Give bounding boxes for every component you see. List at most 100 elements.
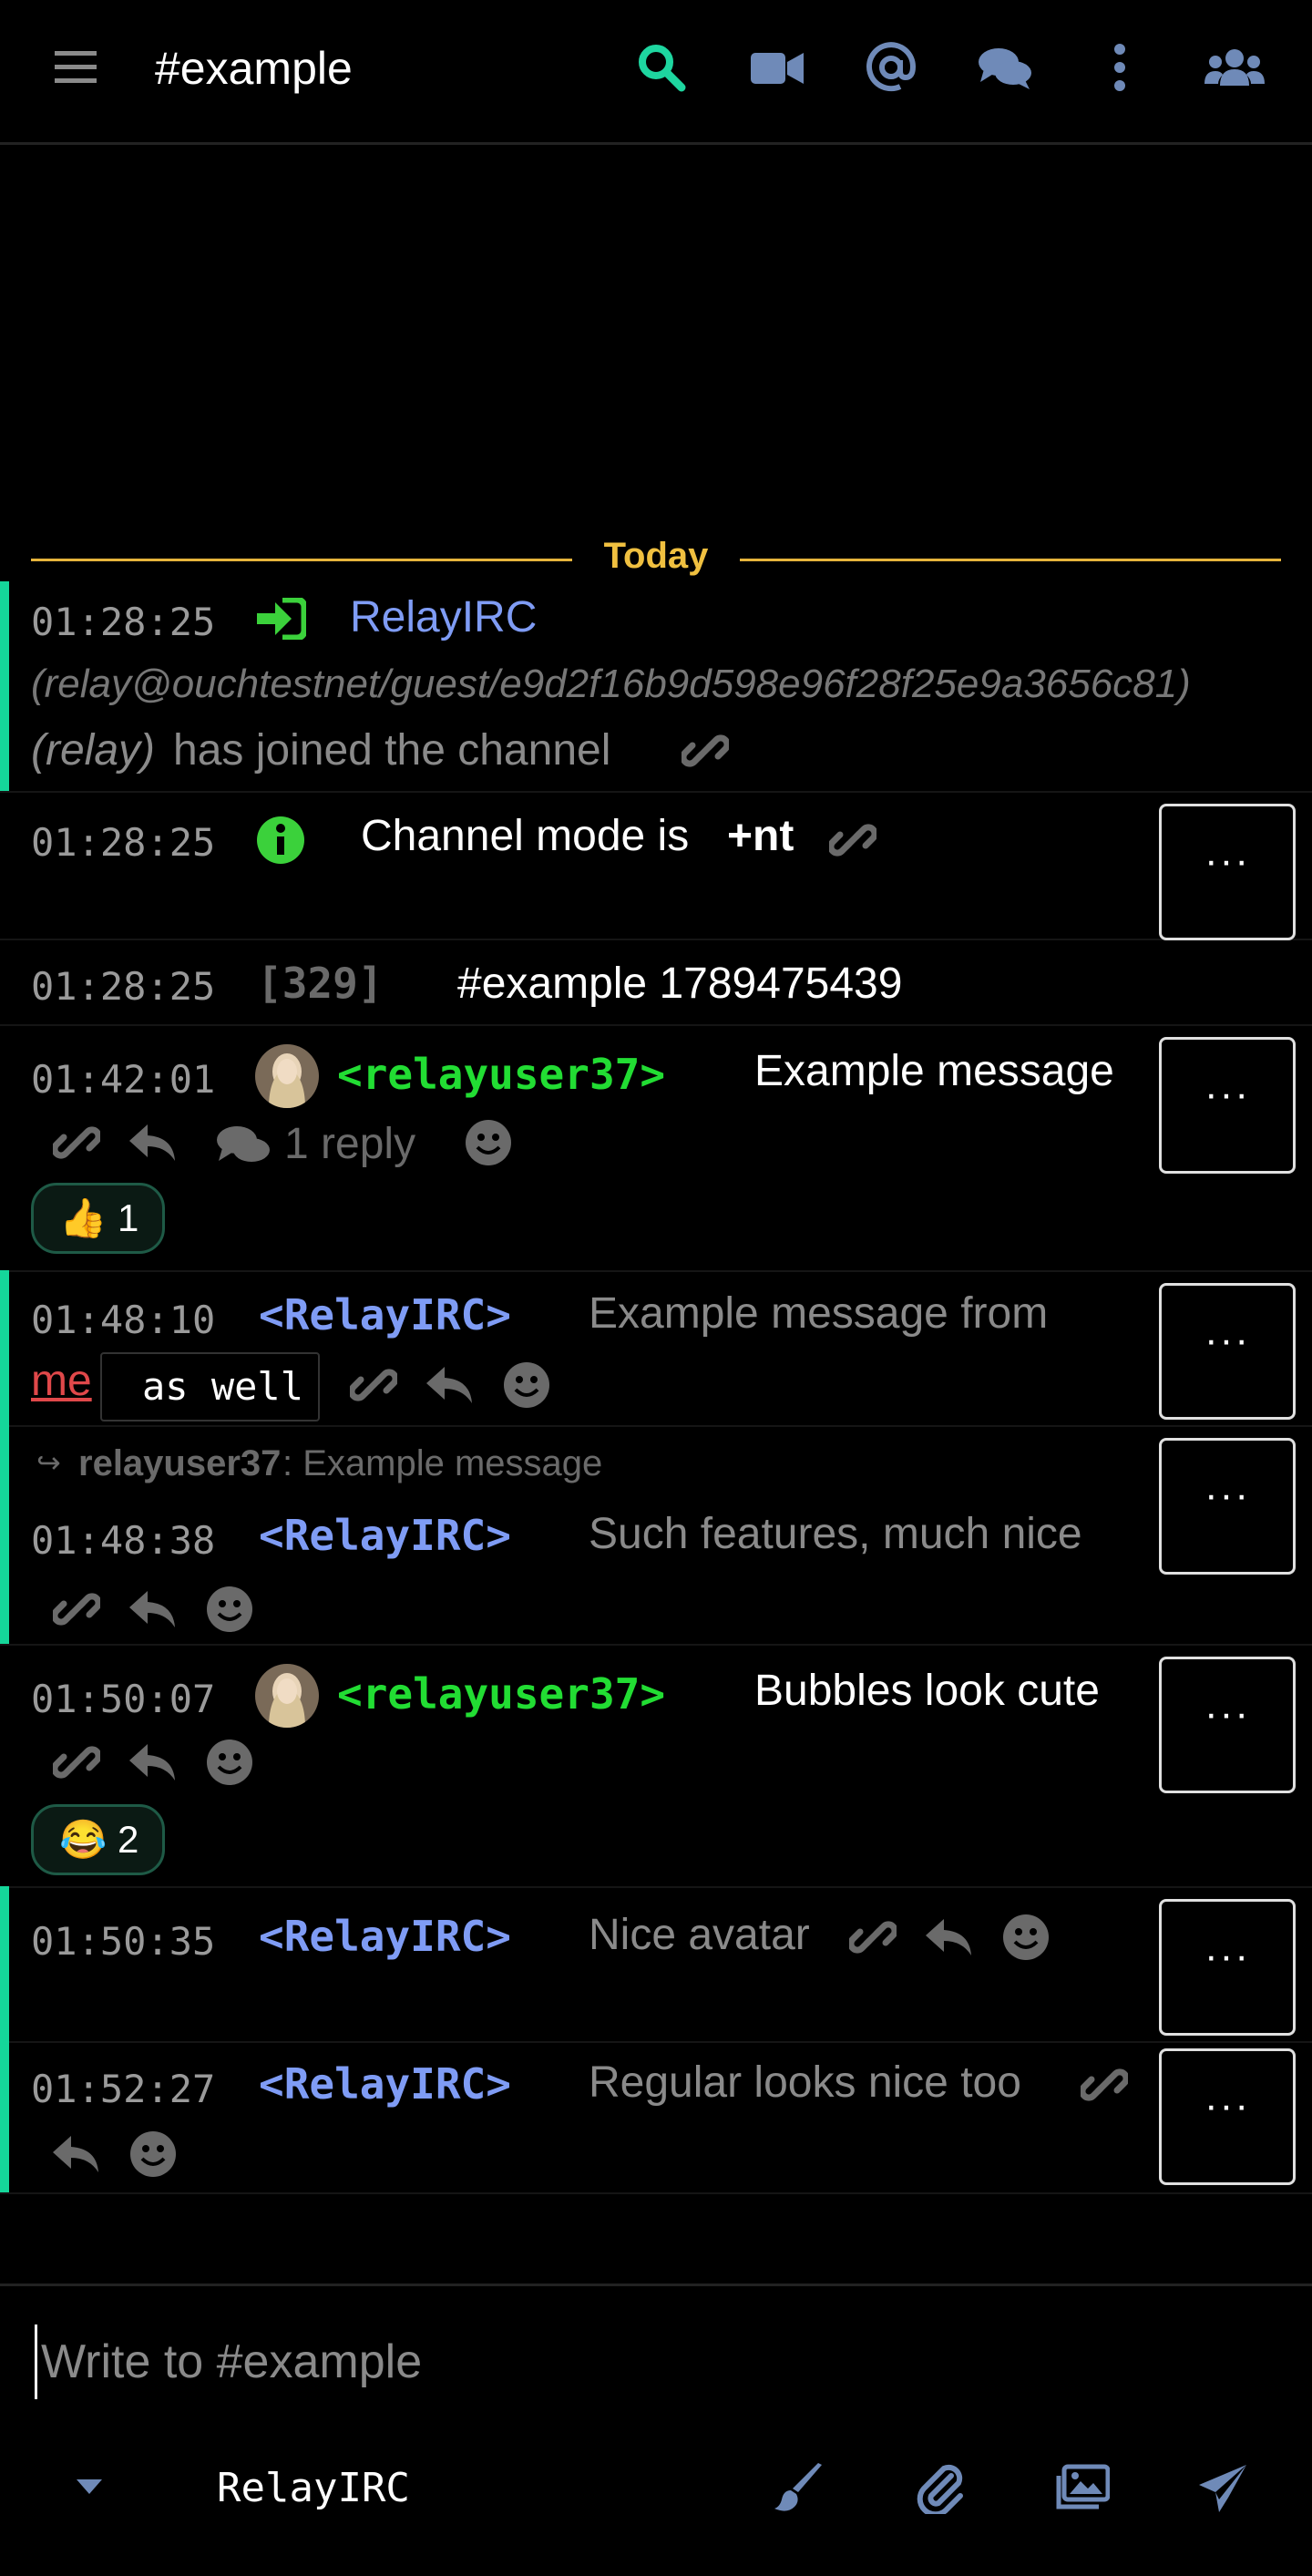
mention-icon[interactable] bbox=[866, 42, 917, 93]
join-realname: (relay) bbox=[31, 726, 156, 775]
message-options-button[interactable]: ··· bbox=[1159, 1438, 1296, 1575]
video-icon[interactable] bbox=[749, 42, 805, 93]
nick-tooltip: as well bbox=[100, 1352, 321, 1421]
numeric-text: #example 1789475439 bbox=[457, 960, 903, 1008]
current-nick[interactable]: RelayIRC bbox=[217, 2465, 410, 2511]
reply-to-text: : Example message bbox=[282, 1443, 603, 1483]
message-options-button[interactable]: ··· bbox=[1159, 1899, 1296, 2036]
message-options-button[interactable]: ··· bbox=[1159, 2048, 1296, 2185]
link-icon[interactable] bbox=[829, 816, 876, 864]
message-timestamp: 01:50:35 bbox=[31, 1919, 216, 1964]
message-options-button[interactable]: ··· bbox=[1159, 1283, 1296, 1420]
link-icon[interactable] bbox=[53, 1739, 100, 1786]
channel-title: #example bbox=[155, 43, 353, 94]
add-reaction-icon[interactable] bbox=[129, 2130, 177, 2178]
avatar[interactable] bbox=[255, 1664, 319, 1728]
reaction-count: 1 bbox=[117, 1196, 139, 1239]
send-icon[interactable] bbox=[1197, 2463, 1248, 2514]
message-text: Example message from bbox=[589, 1289, 1049, 1338]
add-reaction-icon[interactable] bbox=[465, 1119, 512, 1166]
join-icon bbox=[255, 598, 306, 640]
message-nick[interactable]: <relayuser37> bbox=[337, 1050, 665, 1099]
chat-message: 01:50:35 <RelayIRC> Nice avatar ··· bbox=[0, 1886, 1312, 2043]
message-text: Example message bbox=[754, 1047, 1114, 1095]
join-host: (relay@ouchtestnet/guest/e9d2f16b9d598e9… bbox=[31, 662, 1191, 706]
date-divider-label: Today bbox=[603, 536, 709, 576]
message-text: Bubbles look cute bbox=[754, 1667, 1100, 1715]
more-vertical-icon[interactable] bbox=[1110, 42, 1130, 93]
message-nick[interactable]: <RelayIRC> bbox=[259, 1511, 511, 1560]
chat-message: 01:50:07 <relayuser37> Bubbles look cute… bbox=[0, 1644, 1312, 1888]
reply-icon[interactable] bbox=[51, 2132, 102, 2176]
users-icon[interactable] bbox=[1204, 42, 1265, 93]
link-icon[interactable] bbox=[53, 1119, 100, 1166]
message-text: Nice avatar bbox=[589, 1911, 810, 1959]
caret-down-icon[interactable] bbox=[73, 2476, 106, 2498]
reply-arrow-icon: ↪ bbox=[36, 1446, 61, 1479]
reply-icon[interactable] bbox=[128, 1121, 179, 1165]
chat-icon[interactable] bbox=[977, 42, 1033, 93]
thread-icon[interactable] bbox=[215, 1123, 272, 1166]
avatar[interactable] bbox=[255, 1044, 319, 1108]
info-icon bbox=[255, 815, 306, 866]
mode-message: 01:28:25 Channel mode is +nt ··· bbox=[0, 791, 1312, 940]
message-options-button[interactable]: ··· bbox=[1159, 804, 1296, 940]
link-icon[interactable] bbox=[53, 1586, 100, 1633]
mention-highlight: me bbox=[31, 1357, 92, 1405]
message-input[interactable] bbox=[35, 2325, 1282, 2399]
message-timestamp: 01:50:07 bbox=[31, 1677, 216, 1721]
reply-to-nick[interactable]: relayuser37 bbox=[78, 1443, 281, 1484]
numeric-code: [329] bbox=[257, 959, 384, 1008]
message-timestamp: 01:48:10 bbox=[31, 1298, 216, 1342]
link-icon[interactable] bbox=[1081, 2061, 1128, 2109]
mode-value: +nt bbox=[727, 812, 794, 860]
paperclip-icon[interactable] bbox=[915, 2463, 966, 2514]
add-reaction-icon[interactable] bbox=[1002, 1914, 1050, 1961]
message-options-button[interactable]: ··· bbox=[1159, 1657, 1296, 1793]
numeric-message: 01:28:25 [329] #example 1789475439 bbox=[0, 939, 1312, 1026]
reply-count[interactable]: 1 reply bbox=[284, 1119, 415, 1169]
reaction-emoji: 😂 bbox=[59, 1818, 108, 1861]
menu-icon[interactable] bbox=[55, 49, 97, 86]
chat-message: 01:42:01 <relayuser37> Example message 1… bbox=[0, 1024, 1312, 1272]
mode-text: Channel mode is bbox=[361, 812, 690, 860]
reply-icon[interactable] bbox=[924, 1915, 975, 1959]
reaction-count: 2 bbox=[117, 1818, 139, 1861]
join-message: 01:28:25 RelayIRC (relay@ouchtestnet/gue… bbox=[0, 581, 1312, 793]
chat-message: 01:52:27 <RelayIRC> Regular looks nice t… bbox=[0, 2041, 1312, 2194]
message-options-button[interactable]: ··· bbox=[1159, 1037, 1296, 1174]
message-timestamp: 01:42:01 bbox=[31, 1057, 216, 1102]
reaction-chip[interactable]: 😂 2 bbox=[31, 1804, 166, 1875]
link-icon[interactable] bbox=[682, 727, 729, 775]
reaction-chip[interactable]: 👍 1 bbox=[31, 1183, 166, 1254]
add-reaction-icon[interactable] bbox=[503, 1361, 550, 1409]
join-text: has joined the channel bbox=[173, 726, 611, 775]
join-nick[interactable]: RelayIRC bbox=[350, 592, 537, 642]
link-icon[interactable] bbox=[350, 1361, 397, 1409]
message-text: Regular looks nice too bbox=[589, 2058, 1021, 2107]
message-text: Such features, much nice bbox=[589, 1510, 1082, 1558]
reaction-emoji: 👍 bbox=[59, 1196, 108, 1239]
add-reaction-icon[interactable] bbox=[206, 1739, 253, 1786]
add-reaction-icon[interactable] bbox=[206, 1586, 253, 1633]
message-timestamp: 01:48:38 bbox=[31, 1518, 216, 1563]
message-nick[interactable]: <relayuser37> bbox=[337, 1669, 665, 1719]
message-timestamp: 01:28:25 bbox=[31, 600, 216, 644]
message-timestamp: 01:52:27 bbox=[31, 2067, 216, 2111]
message-nick[interactable]: <RelayIRC> bbox=[259, 1290, 511, 1339]
chat-message: ↪ relayuser37 : Example message 01:48:38… bbox=[0, 1425, 1312, 1646]
search-icon[interactable] bbox=[636, 42, 687, 93]
images-icon[interactable] bbox=[1055, 2463, 1110, 2514]
message-timestamp: 01:28:25 bbox=[31, 820, 216, 865]
link-icon[interactable] bbox=[849, 1914, 897, 1961]
date-divider: Today bbox=[31, 529, 1281, 583]
channel-header: #example bbox=[0, 0, 1312, 145]
reply-icon[interactable] bbox=[128, 1587, 179, 1631]
message-timestamp: 01:28:25 bbox=[31, 964, 216, 1009]
reply-icon[interactable] bbox=[425, 1363, 476, 1407]
reply-icon[interactable] bbox=[128, 1740, 179, 1784]
brush-icon[interactable] bbox=[774, 2463, 825, 2514]
chat-message: 01:48:10 <RelayIRC> Example message from… bbox=[0, 1270, 1312, 1427]
message-nick[interactable]: <RelayIRC> bbox=[259, 2059, 511, 2109]
message-nick[interactable]: <RelayIRC> bbox=[259, 1912, 511, 1961]
